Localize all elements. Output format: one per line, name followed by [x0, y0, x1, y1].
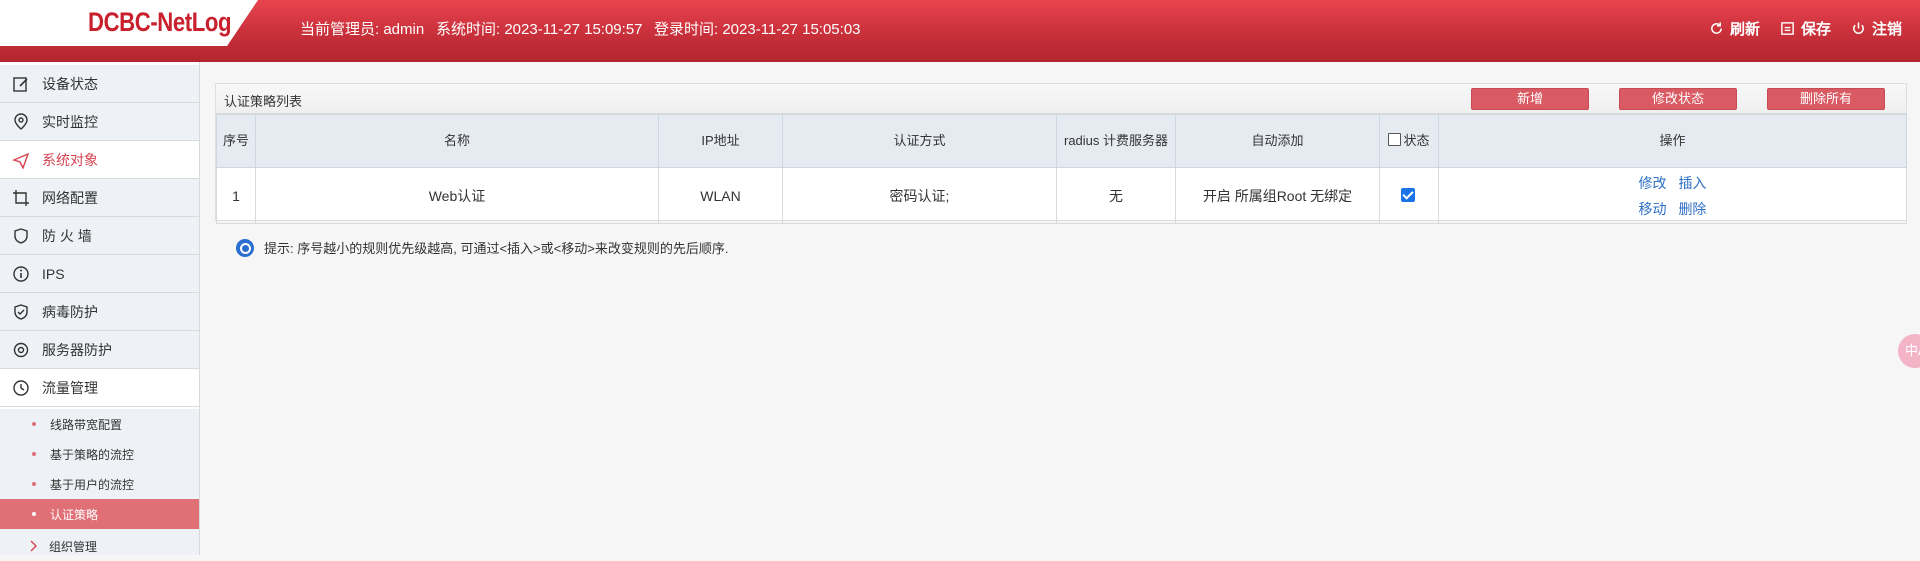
logout-label: 注销 [1871, 21, 1902, 38]
submenu-item-line-bandwidth[interactable]: 线路带宽配置 [0, 409, 199, 439]
edit-link[interactable]: 修改 [1639, 175, 1667, 191]
crop-icon [10, 187, 32, 209]
col-header-status: 状态 [1379, 114, 1439, 168]
panel-toolbar: 认证策略列表 新增 修改状态 删除所有 [216, 84, 1906, 114]
chevron-right-icon [30, 540, 37, 552]
sidebar-item-label: 实时监控 [42, 113, 98, 130]
cell-name: Web认证 [255, 167, 659, 224]
col-header-ops: 操作 [1438, 114, 1907, 168]
select-all-checkbox[interactable] [1388, 133, 1402, 146]
save-button[interactable]: 保存 [1780, 18, 1831, 39]
sidebar-item-device-status[interactable]: 设备状态 [0, 65, 199, 103]
send-icon [10, 149, 32, 171]
cell-seq: 1 [216, 167, 256, 224]
hint-icon [236, 238, 254, 257]
sidebar-item-system-objects[interactable]: 系统对象 [0, 141, 199, 179]
sidebar-item-realtime-monitor[interactable]: 实时监控 [0, 103, 199, 141]
cell-ops: 修改 插入 移动 删除 [1438, 167, 1907, 224]
system-time: 系统时间: 2023-11-27 15:09:57 [436, 21, 643, 38]
hint-text: 提示: 序号越小的规则优先级越高, 可通过<插入>或<移动>来改变规则的先后顺序… [264, 241, 729, 256]
sidebar-item-label: 系统对象 [42, 151, 98, 168]
sidebar-item-firewall[interactable]: 防 火 墙 [0, 217, 199, 255]
refresh-button[interactable]: 刷新 [1709, 18, 1760, 39]
bullet-dot [32, 512, 36, 516]
submenu-label: 基于用户的流控 [50, 477, 135, 492]
bullet-dot [32, 482, 36, 486]
sidebar-item-label: 流量管理 [42, 379, 98, 396]
sidebar-item-label: 设备状态 [42, 75, 98, 92]
sidebar-item-label: 服务器防护 [42, 341, 112, 358]
header-actions: 刷新 保存 注销 [1709, 18, 1902, 39]
sidebar-item-label: 病毒防护 [42, 303, 98, 320]
auth-policy-panel: 认证策略列表 新增 修改状态 删除所有 序号 名称 IP地址 认证方式 radi… [215, 83, 1907, 224]
delete-all-button[interactable]: 删除所有 [1767, 88, 1885, 110]
logo: DCBC-NetLog [88, 7, 232, 37]
status-header-label: 状态 [1403, 133, 1430, 148]
sidebar-item-antivirus[interactable]: 病毒防护 [0, 293, 199, 331]
submenu-label: 组织管理 [49, 539, 98, 554]
hint-row: 提示: 序号越小的规则优先级越高, 可通过<插入>或<移动>来改变规则的先后顺序… [236, 238, 728, 257]
delete-link[interactable]: 删除 [1678, 201, 1706, 217]
login-time: 登录时间: 2023-11-27 15:05:03 [654, 21, 861, 38]
edit-icon [10, 73, 32, 95]
save-label: 保存 [1800, 21, 1831, 38]
submenu-item-auth-policy[interactable]: 认证策略 [0, 499, 199, 529]
submenu-label: 基于策略的流控 [50, 447, 135, 462]
move-link[interactable]: 移动 [1639, 201, 1667, 217]
sidebar-item-label: IPS [42, 265, 65, 282]
col-header-radius: radius 计费服务器 [1056, 114, 1176, 168]
cell-auto-add: 开启 所属组Root 无绑定 [1175, 167, 1380, 224]
sidebar-item-ips[interactable]: IPS [0, 255, 199, 293]
row-status-checkbox[interactable] [1401, 187, 1415, 202]
insert-link[interactable]: 插入 [1678, 175, 1706, 191]
sidebar-item-label: 网络配置 [42, 189, 98, 206]
refresh-label: 刷新 [1729, 21, 1760, 38]
cell-auth: 密码认证; [782, 167, 1057, 224]
power-icon [1853, 22, 1864, 34]
col-header-auth: 认证方式 [782, 114, 1057, 168]
shield-check-icon [10, 301, 32, 323]
cell-status [1379, 167, 1439, 224]
sidebar-item-traffic-management[interactable]: 流量管理 [0, 369, 199, 407]
col-header-auto-add: 自动添加 [1175, 114, 1380, 168]
refresh-icon [1711, 22, 1722, 34]
policy-table: 序号 名称 IP地址 认证方式 radius 计费服务器 自动添加 状态 操作 … [216, 114, 1907, 224]
sidebar-item-label: 防 火 墙 [42, 227, 92, 244]
col-header-name: 名称 [255, 114, 659, 168]
firewall-icon [10, 225, 32, 247]
submenu-item-policy-flow-control[interactable]: 基于策略的流控 [0, 439, 199, 469]
cell-ip: WLAN [658, 167, 783, 224]
sidebar-item-server-protection[interactable]: 服务器防护 [0, 331, 199, 369]
floating-ime-badge[interactable]: 中A [1898, 334, 1920, 368]
logout-button[interactable]: 注销 [1851, 18, 1902, 39]
table-header-row: 序号 名称 IP地址 认证方式 radius 计费服务器 自动添加 状态 操作 [216, 114, 1907, 168]
submenu-label: 认证策略 [50, 507, 99, 522]
submenu-item-org-management[interactable]: 组织管理 [0, 531, 199, 561]
submenu-label: 线路带宽配置 [50, 417, 123, 432]
target-icon [10, 339, 32, 361]
clock-icon [10, 377, 32, 399]
col-header-seq: 序号 [216, 114, 256, 168]
top-header: DCBC-NetLog 当前管理员: admin 系统时间: 2023-11-2… [0, 0, 1920, 62]
admin-label: 当前管理员: admin [300, 21, 425, 38]
submenu-item-user-flow-control[interactable]: 基于用户的流控 [0, 469, 199, 499]
cell-radius: 无 [1056, 167, 1176, 224]
bullet-dot [32, 422, 36, 426]
add-button[interactable]: 新增 [1471, 88, 1589, 110]
col-header-ip: IP地址 [658, 114, 783, 168]
modify-status-button[interactable]: 修改状态 [1619, 88, 1737, 110]
panel-title: 认证策略列表 [224, 94, 303, 109]
sidebar-item-network-config[interactable]: 网络配置 [0, 179, 199, 217]
info-icon [10, 263, 32, 285]
traffic-submenu: 线路带宽配置 基于策略的流控 基于用户的流控 认证策略 组织管理 [0, 409, 199, 555]
bullet-dot [32, 452, 36, 456]
table-row: 1 Web认证 WLAN 密码认证; 无 开启 所属组Root 无绑定 修改 插… [216, 167, 1907, 224]
save-icon [1781, 22, 1794, 35]
location-icon [10, 111, 32, 133]
